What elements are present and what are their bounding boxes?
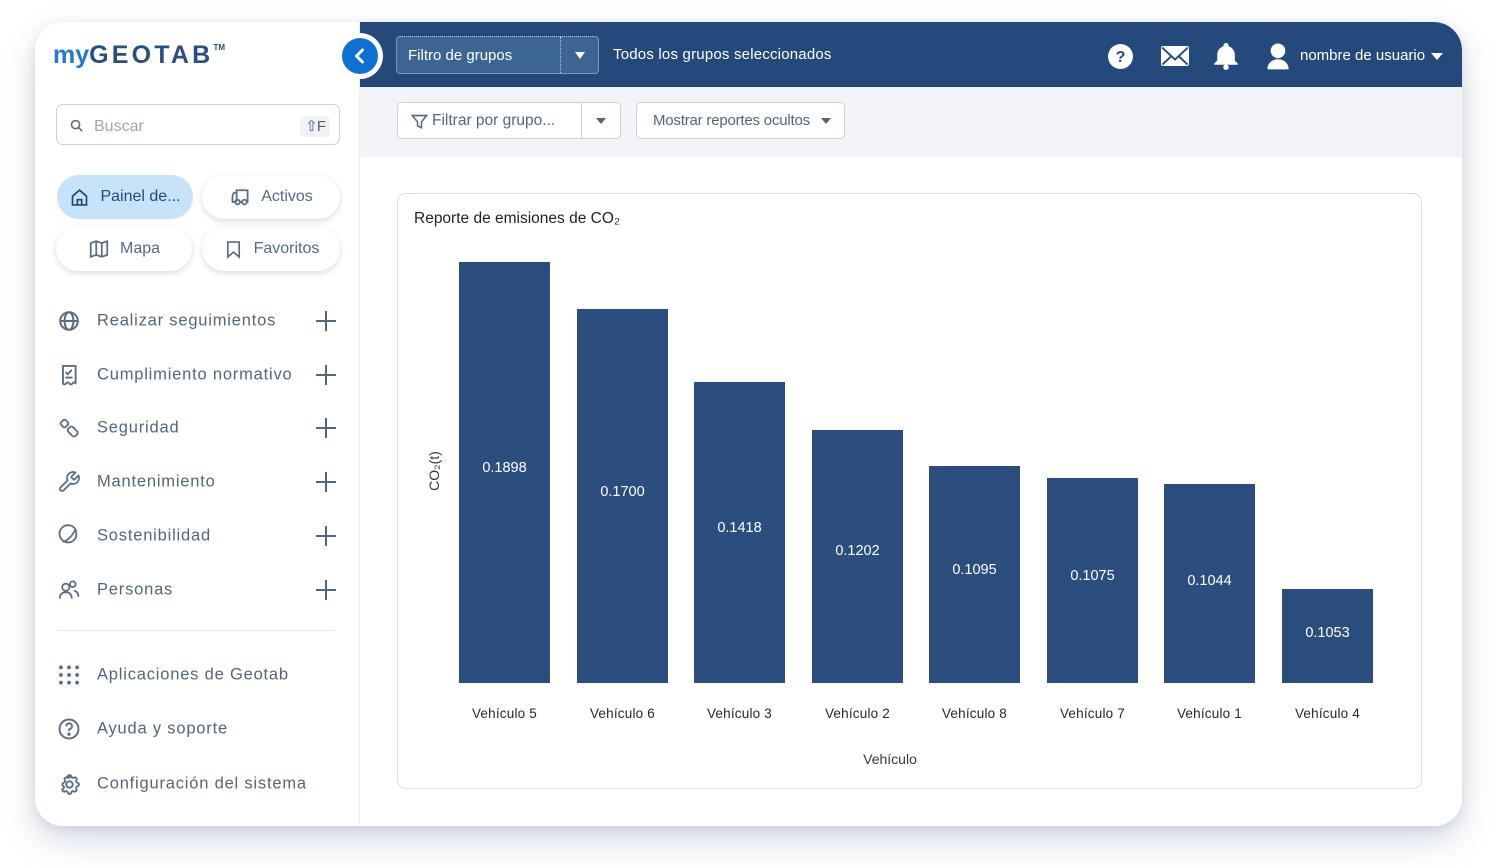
svg-text:?: ? <box>1116 48 1126 66</box>
